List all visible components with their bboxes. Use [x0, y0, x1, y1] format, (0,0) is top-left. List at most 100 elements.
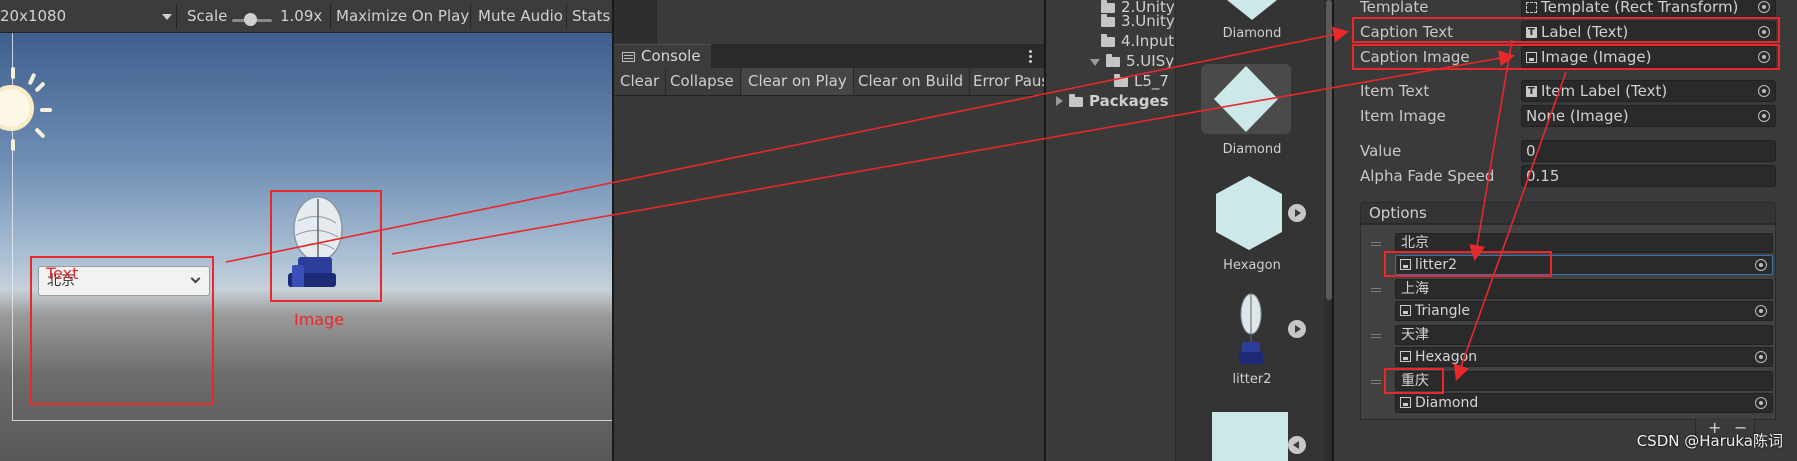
mute-audio-button[interactable]: Mute Audio: [478, 0, 563, 33]
expand-arrow-icon[interactable]: [1090, 59, 1100, 66]
options-label: Options: [1369, 204, 1427, 222]
tree-item-label: Packages: [1089, 92, 1169, 110]
project-panel: 2.Unity 3.Unity 4.Input 5.UISy L5_7 Pack…: [1044, 0, 1334, 461]
scale-value: 1.09x: [280, 7, 323, 25]
sprite-icon: [1400, 305, 1411, 316]
game-toolbar: 20x1080 Scale 1.09x Maximize On Play Mut…: [0, 0, 612, 33]
tree-item-packages[interactable]: Packages: [1056, 92, 1169, 110]
option-text-field[interactable]: 上海: [1395, 279, 1773, 299]
option-image-field[interactable]: Hexagon: [1395, 347, 1773, 367]
tab-console-label: Console: [641, 47, 701, 65]
clear-on-build-button[interactable]: Clear on Build: [852, 68, 971, 95]
inspector-panel: Template Template (Rect Transform) Capti…: [1332, 0, 1797, 461]
object-picker-icon[interactable]: [1755, 397, 1767, 409]
drag-handle-icon[interactable]: [1371, 334, 1381, 335]
caption-text-highlight: [1352, 17, 1780, 43]
text-component-icon: [1526, 82, 1537, 101]
error-pause-button[interactable]: Error Paus: [967, 68, 1057, 95]
asset-grid: Diamond Diamond Hexagon litter2: [1175, 0, 1327, 461]
scale-slider-handle[interactable]: [244, 13, 257, 26]
option-text-highlight: [1384, 368, 1444, 394]
drag-handle-icon[interactable]: [1371, 380, 1381, 381]
item-image-label: Item Image: [1360, 107, 1446, 125]
asset-label: Diamond: [1222, 142, 1282, 157]
diamond-thumbnail: [1214, 66, 1278, 132]
alpha-fade-speed-label: Alpha Fade Speed: [1360, 167, 1495, 185]
folder-icon: [1114, 74, 1128, 87]
option-image-highlight: [1384, 251, 1552, 277]
console-log-area[interactable]: [614, 96, 1046, 461]
tab-console[interactable]: Console: [614, 44, 711, 68]
option-text-field[interactable]: 北京: [1395, 233, 1773, 253]
item-image-value: None (Image): [1526, 107, 1629, 125]
drag-handle-icon[interactable]: [1371, 242, 1381, 243]
option-text: 北京: [1401, 235, 1429, 251]
alpha-fade-speed-field[interactable]: 0.15: [1521, 165, 1776, 187]
play-back-icon[interactable]: [1288, 436, 1306, 454]
alpha-fade-speed-value: 0.15: [1526, 167, 1560, 185]
object-picker-icon[interactable]: [1758, 110, 1770, 122]
option-text: 上海: [1401, 281, 1429, 297]
quill-thumbnail: [1239, 293, 1263, 364]
template-label: Template: [1360, 0, 1429, 16]
object-picker-icon[interactable]: [1755, 305, 1767, 317]
tree-item-label: 5.UISy: [1126, 52, 1175, 70]
clear-on-play-button[interactable]: Clear on Play: [742, 68, 854, 95]
tree-item[interactable]: 5.UISy: [1090, 52, 1174, 70]
item-text-value: Item Label (Text): [1541, 82, 1668, 100]
item-image-field[interactable]: None (Image): [1521, 105, 1776, 127]
watermark: CSDN @Haruka陈词: [1636, 432, 1783, 450]
more-options-icon[interactable]: [1029, 50, 1032, 53]
option-image-field[interactable]: Diamond: [1395, 393, 1773, 413]
value-label: Value: [1360, 142, 1402, 160]
tree-item-label: 4.Input: [1121, 32, 1175, 50]
options-header[interactable]: Options: [1360, 202, 1776, 224]
item-text-field[interactable]: Item Label (Text): [1521, 80, 1776, 102]
chevron-down-icon[interactable]: [162, 14, 172, 20]
expand-arrow-icon[interactable]: [1056, 96, 1063, 106]
option-text-field[interactable]: 重庆: [1395, 371, 1773, 391]
console-toolbar: Clear Collapse Clear on Play Clear on Bu…: [614, 68, 1057, 96]
maximize-on-play-button[interactable]: Maximize On Play: [336, 0, 469, 33]
template-field[interactable]: Template (Rect Transform): [1521, 0, 1776, 18]
object-picker-icon[interactable]: [1758, 85, 1770, 97]
asset-label: Diamond: [1222, 26, 1282, 41]
tree-item[interactable]: L5_7: [1114, 72, 1169, 90]
play-icon[interactable]: [1288, 320, 1306, 338]
square-thumbnail: [1212, 412, 1288, 461]
object-picker-icon[interactable]: [1755, 351, 1767, 363]
value-field[interactable]: 0: [1521, 140, 1776, 162]
asset-label: Hexagon: [1223, 258, 1281, 273]
drag-handle-icon[interactable]: [1371, 288, 1381, 289]
folder-icon: [1101, 34, 1115, 47]
scale-label: Scale: [187, 7, 228, 25]
value-value: 0: [1526, 142, 1536, 160]
option-image-value: Triangle: [1415, 303, 1470, 319]
console-panel: Console Clear Collapse Clear on Play Cle…: [612, 0, 1057, 461]
game-view: 20x1080 Scale 1.09x Maximize On Play Mut…: [0, 0, 612, 461]
folder-open-icon: [1106, 54, 1120, 67]
resolution-dropdown[interactable]: 20x1080: [0, 0, 66, 33]
option-text-field[interactable]: 天津: [1395, 325, 1773, 345]
option-image-value: Diamond: [1415, 395, 1479, 411]
game-scene: 北京 Text Image: [0, 33, 612, 461]
stats-button[interactable]: Stats: [572, 0, 610, 33]
option-image-field[interactable]: Triangle: [1395, 301, 1773, 321]
hexagon-thumbnail: [1216, 176, 1282, 250]
tree-item[interactable]: 3.Unity: [1101, 12, 1175, 30]
asset-label: litter2: [1232, 372, 1272, 387]
caption-image-highlight: [1352, 44, 1780, 70]
sprite-icon: [1400, 397, 1411, 408]
collapse-button[interactable]: Collapse: [664, 68, 741, 95]
option-text: 天津: [1401, 327, 1429, 343]
image-highlight-box: [270, 190, 382, 302]
sprite-icon: [1400, 351, 1411, 362]
object-picker-icon[interactable]: [1755, 259, 1767, 271]
play-icon[interactable]: [1288, 204, 1306, 222]
clear-button[interactable]: Clear: [614, 68, 667, 95]
tree-item[interactable]: 4.Input: [1101, 32, 1174, 50]
template-value: Template (Rect Transform): [1541, 0, 1739, 16]
object-picker-icon[interactable]: [1758, 1, 1770, 13]
rect-transform-icon: [1526, 2, 1537, 13]
console-icon: [622, 52, 635, 62]
